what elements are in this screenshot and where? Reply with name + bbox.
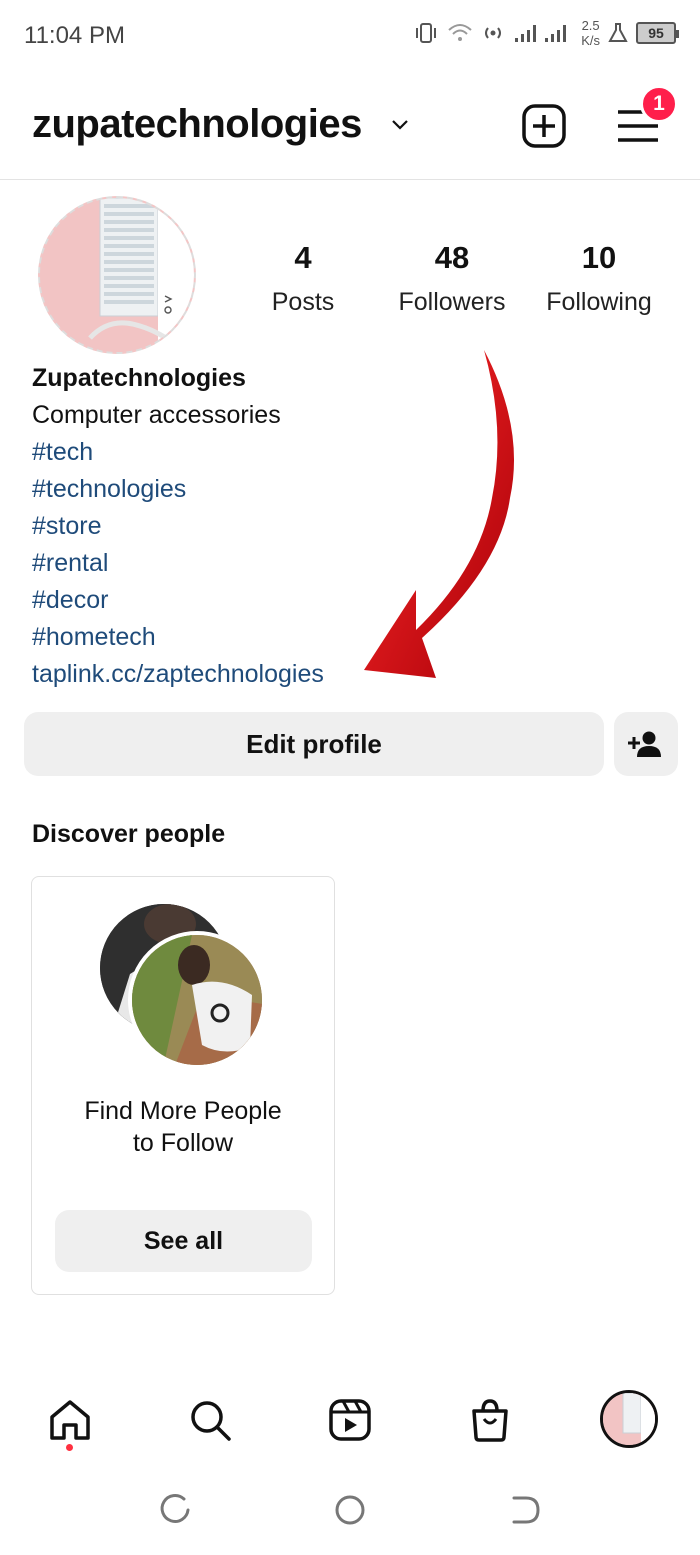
find-more-people-text: Find More People to Follow — [32, 1095, 334, 1159]
home-active-dot — [66, 1444, 73, 1451]
posts-label: Posts — [271, 288, 335, 316]
followers-label: Followers — [398, 288, 506, 316]
hashtag-link[interactable]: #store — [32, 508, 324, 545]
network-speed-unit: K/s — [581, 33, 600, 48]
stat-following[interactable]: 10 Following — [524, 240, 674, 317]
nav-reels[interactable] — [324, 1394, 376, 1446]
profile-avatar[interactable] — [38, 196, 196, 354]
nav-home[interactable] — [44, 1394, 96, 1446]
shopping-bag-icon — [472, 1399, 508, 1442]
profile-display-name: Zupatechnologies — [32, 364, 246, 392]
profile-thumbnail — [603, 1393, 655, 1445]
account-username[interactable]: zupatechnologies — [32, 102, 362, 147]
network-speed-value: 2.5 — [581, 18, 600, 33]
search-icon — [191, 1401, 231, 1441]
find-text-line2: to Follow — [132, 1129, 234, 1157]
suggested-person-photo — [128, 931, 266, 1069]
hashtag-link[interactable]: #technologies — [32, 471, 324, 508]
discover-card[interactable]: Find More People to Follow See all — [31, 876, 335, 1295]
discover-people-button[interactable] — [614, 712, 678, 776]
hotspot-icon — [485, 27, 502, 39]
recent-apps-icon[interactable] — [158, 1492, 194, 1528]
nav-shop[interactable] — [464, 1394, 516, 1446]
network-speed: 2.5 K/s — [581, 18, 600, 48]
flask-icon — [608, 23, 628, 42]
bottom-navigation — [0, 1380, 700, 1460]
see-all-button[interactable]: See all — [55, 1210, 312, 1272]
add-person-icon — [628, 731, 661, 757]
followers-count: 48 — [434, 240, 470, 275]
nav-search[interactable] — [184, 1394, 236, 1446]
home-button-icon[interactable] — [332, 1492, 368, 1528]
red-annotation-arrow — [364, 350, 515, 678]
reels-icon — [329, 1399, 371, 1441]
home-icon — [50, 1400, 90, 1440]
notification-badge: 1 — [640, 85, 678, 123]
battery-indicator: 95 — [636, 22, 679, 44]
hashtag-link[interactable]: #rental — [32, 545, 324, 582]
stat-followers[interactable]: 48 Followers — [377, 240, 527, 317]
posts-count: 4 — [294, 240, 312, 275]
following-count: 10 — [581, 240, 617, 275]
keyboard-photo — [40, 198, 194, 352]
profile-header: zupatechnologies 1 — [0, 72, 700, 180]
hashtag-link[interactable]: #decor — [32, 582, 324, 619]
hashtag-link[interactable]: #tech — [32, 434, 324, 471]
status-bar: 11:04 PM 2.5 K/s 95 — [0, 0, 700, 72]
status-icons: 2.5 K/s 95 — [413, 18, 679, 48]
edit-profile-button[interactable]: Edit profile — [24, 712, 604, 776]
chevron-down-icon[interactable] — [388, 112, 412, 136]
back-button-icon[interactable] — [506, 1492, 542, 1528]
status-time: 11:04 PM — [24, 22, 125, 49]
person-photo — [132, 935, 262, 1065]
vibrate-icon — [416, 23, 437, 43]
stat-posts[interactable]: 4 Posts — [228, 240, 378, 317]
profile-bio: Zupatechnologies Computer accessories #t… — [32, 360, 324, 693]
profile-website-link[interactable]: taplink.cc/zaptechnologies — [32, 656, 324, 693]
signal-icon — [515, 25, 567, 42]
find-text-line1: Find More People — [84, 1097, 282, 1125]
nav-profile-avatar[interactable] — [600, 1390, 658, 1448]
following-label: Following — [546, 288, 652, 316]
profile-description: Computer accessories — [32, 401, 281, 429]
discover-people-title: Discover people — [32, 820, 226, 848]
hashtag-link[interactable]: #hometech — [32, 619, 324, 656]
wifi-icon — [448, 24, 472, 41]
create-post-icon[interactable] — [520, 102, 568, 150]
system-navigation-bar — [0, 1478, 700, 1538]
